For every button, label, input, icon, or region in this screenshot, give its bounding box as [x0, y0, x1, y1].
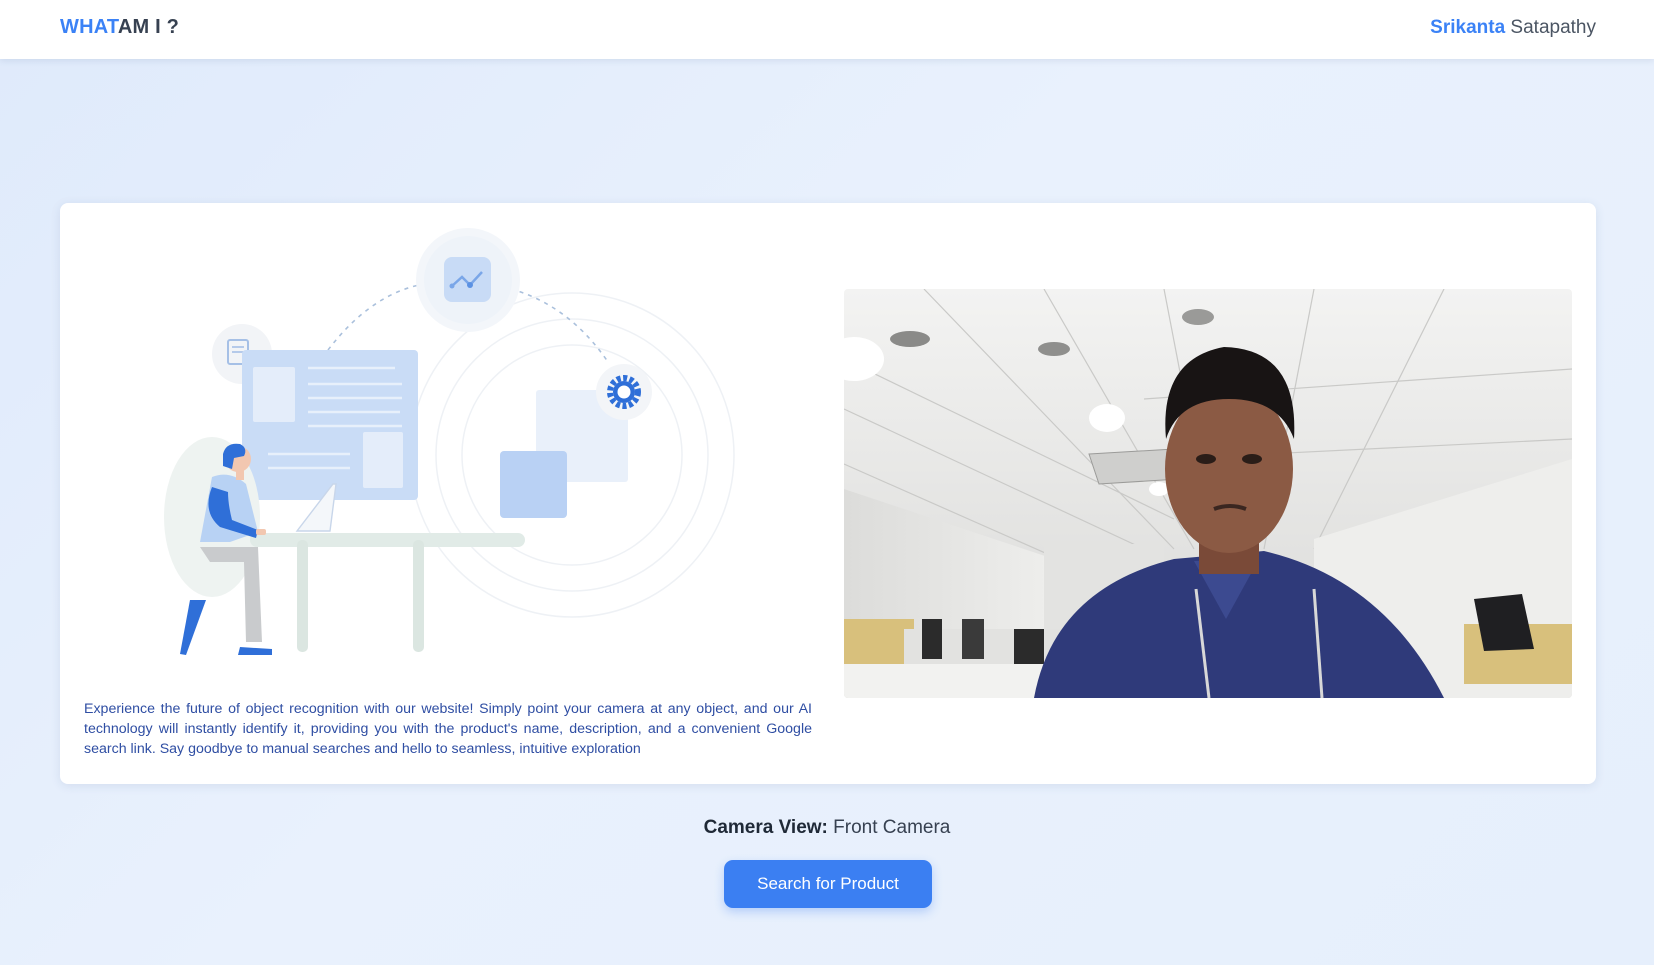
user-first-name: Srikanta: [1430, 17, 1506, 38]
user-last-name: Satapathy: [1510, 17, 1596, 38]
camera-view-value: Front Camera: [833, 817, 951, 838]
brand-logo-part1: WHAT: [60, 16, 118, 38]
brand-logo[interactable]: WHATAM I ?: [60, 16, 179, 39]
top-navbar: WHATAM I ? Srikanta Satapathy: [0, 0, 1654, 59]
search-product-button[interactable]: Search for Product: [724, 860, 932, 908]
camera-view-label: Camera View: Front Camera: [0, 817, 1654, 839]
camera-view-key: Camera View:: [703, 817, 828, 838]
camera-feed: [844, 289, 1572, 698]
intro-description: Experience the future of object recognit…: [84, 701, 812, 757]
brand-logo-part2: AM I ?: [117, 16, 180, 38]
chart-image-icon: [416, 228, 520, 332]
user-name: Srikanta Satapathy: [1430, 17, 1596, 39]
ai-illustration: AI: [164, 228, 735, 655]
gear-icon: [596, 364, 652, 420]
